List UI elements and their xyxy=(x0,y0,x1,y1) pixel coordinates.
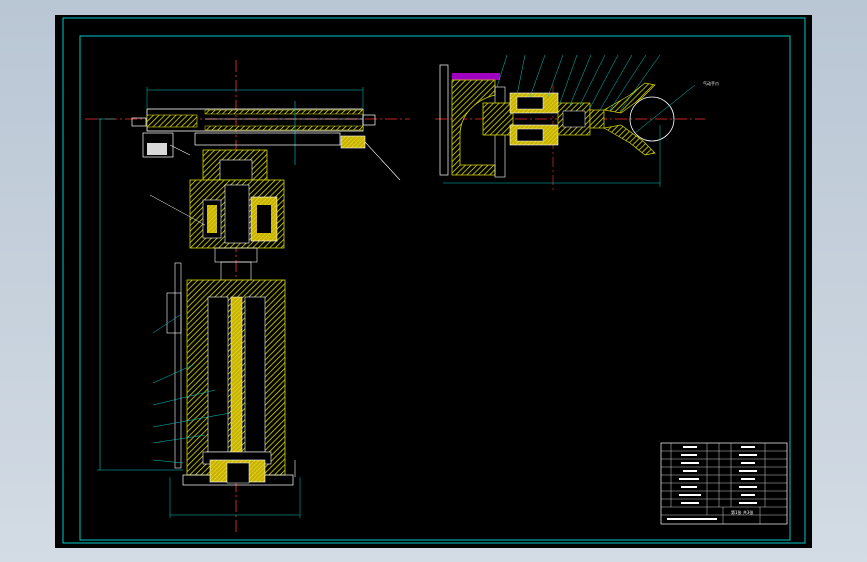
callout-label: 气动手爪 xyxy=(703,80,719,86)
gripper-detail-view: 气动手爪 xyxy=(435,54,719,190)
drawing-frame xyxy=(62,17,806,544)
cad-viewport[interactable]: 气动手爪 第1张 共3张 xyxy=(55,15,812,548)
title-block-note: 第1张 共3张 xyxy=(731,509,753,515)
title-block: 第1张 共3张 xyxy=(660,442,788,525)
robot-arm-main-view xyxy=(85,60,410,535)
